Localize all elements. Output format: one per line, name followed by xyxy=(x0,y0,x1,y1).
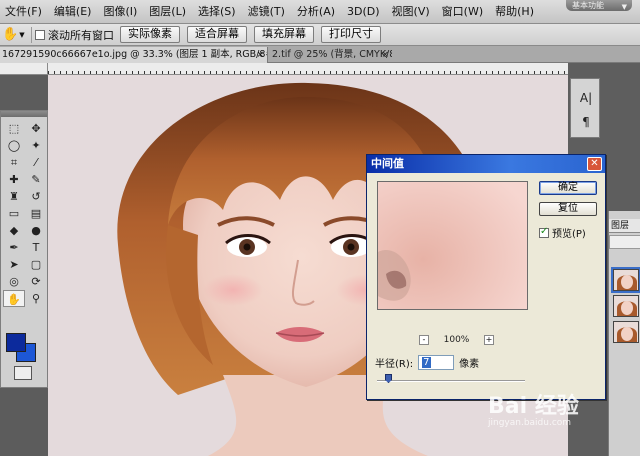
chevron-down-icon: ▼ xyxy=(621,3,627,11)
tab-title: 2.tif @ 25% (背景, CMYK/8) xyxy=(272,49,392,60)
type-icon[interactable]: T xyxy=(25,239,47,256)
radius-row: 半径(R): 7 像素 xyxy=(375,355,479,370)
preview-image xyxy=(378,182,527,309)
move-icon[interactable]: ✥ xyxy=(25,120,47,137)
close-icon[interactable]: ✕ xyxy=(587,157,602,171)
portrait-thumb xyxy=(617,301,637,316)
actual-pixels-button[interactable]: 实际像素 xyxy=(120,26,180,43)
menu-bar: 文件(F) 编辑(E) 图像(I) 图层(L) 选择(S) 滤镜(T) 分析(A… xyxy=(0,0,640,24)
checkbox-box[interactable] xyxy=(539,226,549,238)
ruler-corner xyxy=(0,63,48,75)
radius-value: 7 xyxy=(422,357,431,368)
layer-thumbnail[interactable] xyxy=(613,295,639,317)
dodge-icon[interactable]: ● xyxy=(25,222,47,239)
tab-document-inactive[interactable]: 2.tif @ 25% (背景, CMYK/8) × xyxy=(270,47,392,63)
fill-screen-button[interactable]: 填充屏幕 xyxy=(254,26,314,43)
menu-analysis[interactable]: 分析(A) xyxy=(292,0,342,23)
hand-icon: ✋ xyxy=(2,27,19,42)
filter-preview[interactable] xyxy=(377,181,528,310)
preview-label: 预览(P) xyxy=(552,229,586,240)
horizontal-ruler xyxy=(0,63,568,75)
median-filter-dialog: 中间值 ✕ - 100% + 确定 复位 预览(P) 半径(R): 7 像素 xyxy=(366,154,606,400)
zoom-icon[interactable]: ⚲ xyxy=(25,290,47,307)
marquee-icon[interactable]: ⬚ xyxy=(3,120,25,137)
workspace-switcher[interactable]: 基本功能 ▼ xyxy=(566,0,632,11)
checkbox-box[interactable] xyxy=(35,29,45,40)
fit-screen-button[interactable]: 适合屏幕 xyxy=(187,26,247,43)
preview-zoom-controls: - 100% + xyxy=(419,333,494,347)
blend-mode-select[interactable] xyxy=(609,235,640,249)
menu-file[interactable]: 文件(F) xyxy=(0,0,49,23)
paragraph-panel-icon[interactable]: ¶ xyxy=(571,115,601,129)
healing-brush-icon[interactable]: ✚ xyxy=(3,171,25,188)
zoom-level: 100% xyxy=(443,335,470,345)
zoom-in-button[interactable]: + xyxy=(483,335,494,345)
gradient-icon[interactable]: ▤ xyxy=(25,205,47,222)
menu-3d[interactable]: 3D(D) xyxy=(342,0,387,23)
close-icon[interactable]: × xyxy=(256,47,264,63)
tab-document-active[interactable]: 167291590c66667e1o.jpg @ 33.3% (图层 1 副本,… xyxy=(0,47,268,63)
menu-filter[interactable]: 滤镜(T) xyxy=(243,0,292,23)
options-bar: ✋ ▼ 滚动所有窗口 实际像素 适合屏幕 填充屏幕 打印尺寸 xyxy=(0,24,640,46)
close-icon[interactable]: × xyxy=(381,47,389,63)
tab-title: 167291590c66667e1o.jpg @ 33.3% (图层 1 副本,… xyxy=(2,49,268,60)
magic-wand-icon[interactable]: ✦ xyxy=(25,137,47,154)
scroll-all-windows-checkbox[interactable]: 滚动所有窗口 xyxy=(35,27,114,43)
menu-window[interactable]: 窗口(W) xyxy=(437,0,490,23)
3d-rotate-icon[interactable]: ◎ xyxy=(3,273,25,290)
path-selection-icon[interactable]: ➤ xyxy=(3,256,25,273)
ok-button[interactable]: 确定 xyxy=(539,181,597,195)
quick-mask-icon[interactable] xyxy=(14,366,32,380)
lasso-icon[interactable]: ◯ xyxy=(3,137,25,154)
pen-icon[interactable]: ✒ xyxy=(3,239,25,256)
reset-button[interactable]: 复位 xyxy=(539,202,597,216)
chevron-down-icon: ▼ xyxy=(19,30,25,39)
document-tab-bar: 167291590c66667e1o.jpg @ 33.3% (图层 1 副本,… xyxy=(0,46,640,63)
portrait-thumb xyxy=(617,275,637,290)
clone-stamp-icon[interactable]: ♜ xyxy=(3,188,25,205)
radius-slider-track[interactable] xyxy=(377,380,525,382)
foreground-color-swatch[interactable] xyxy=(6,333,26,352)
hand-icon[interactable]: ✋ xyxy=(3,290,25,307)
preview-checkbox[interactable]: 预览(P) xyxy=(539,225,586,240)
dialog-title: 中间值 xyxy=(371,157,404,170)
menu-image[interactable]: 图像(I) xyxy=(98,0,144,23)
layer-thumbnail[interactable] xyxy=(613,321,639,343)
portrait-thumb xyxy=(617,327,637,342)
scroll-all-windows-label: 滚动所有窗口 xyxy=(48,28,114,42)
menu-help[interactable]: 帮助(H) xyxy=(490,0,541,23)
menu-select[interactable]: 选择(S) xyxy=(193,0,243,23)
radius-input[interactable]: 7 xyxy=(418,355,455,370)
tab-layers[interactable]: 图层 xyxy=(609,219,640,233)
menu-view[interactable]: 视图(V) xyxy=(387,0,437,23)
divider xyxy=(31,26,32,43)
eraser-icon[interactable]: ▭ xyxy=(3,205,25,222)
color-swatches xyxy=(6,333,46,367)
radius-unit: 像素 xyxy=(459,359,480,370)
eyedropper-icon[interactable]: ⁄ xyxy=(25,154,47,171)
toolbox: ⬚ ✥ ◯ ✦ ⌗ ⁄ ✚ ✎ ♜ ↺ ▭ ▤ ◆ ● ✒ T ➤ ▢ ◎ ⟳ … xyxy=(0,110,48,388)
crop-icon[interactable]: ⌗ xyxy=(3,154,25,171)
brush-icon[interactable]: ✎ xyxy=(25,171,47,188)
history-brush-icon[interactable]: ↺ xyxy=(25,188,47,205)
watermark-url: jingyan.baidu.com xyxy=(488,418,572,428)
zoom-out-button[interactable]: - xyxy=(419,335,429,345)
tool-preset-picker[interactable]: ✋ ▼ xyxy=(2,26,28,44)
menu-edit[interactable]: 编辑(E) xyxy=(49,0,99,23)
layer-thumbnail[interactable] xyxy=(611,267,640,293)
watermark: Bai 经验 jingyan.baidu.com xyxy=(488,388,618,436)
shape-icon[interactable]: ▢ xyxy=(25,256,47,273)
dialog-title-bar[interactable]: 中间值 ✕ xyxy=(367,155,605,173)
character-panel-icon[interactable]: A| xyxy=(571,91,601,105)
3d-orbit-icon[interactable]: ⟳ xyxy=(25,273,47,290)
workspace-label: 基本功能 xyxy=(572,1,604,10)
watermark-brand: Bai 经验 xyxy=(488,394,579,419)
menu-layer[interactable]: 图层(L) xyxy=(144,0,193,23)
radius-label: 半径(R): xyxy=(375,359,414,370)
collapsed-panel-icons: A| ¶ xyxy=(570,78,600,138)
print-size-button[interactable]: 打印尺寸 xyxy=(321,26,381,43)
blur-icon[interactable]: ◆ xyxy=(3,222,25,239)
